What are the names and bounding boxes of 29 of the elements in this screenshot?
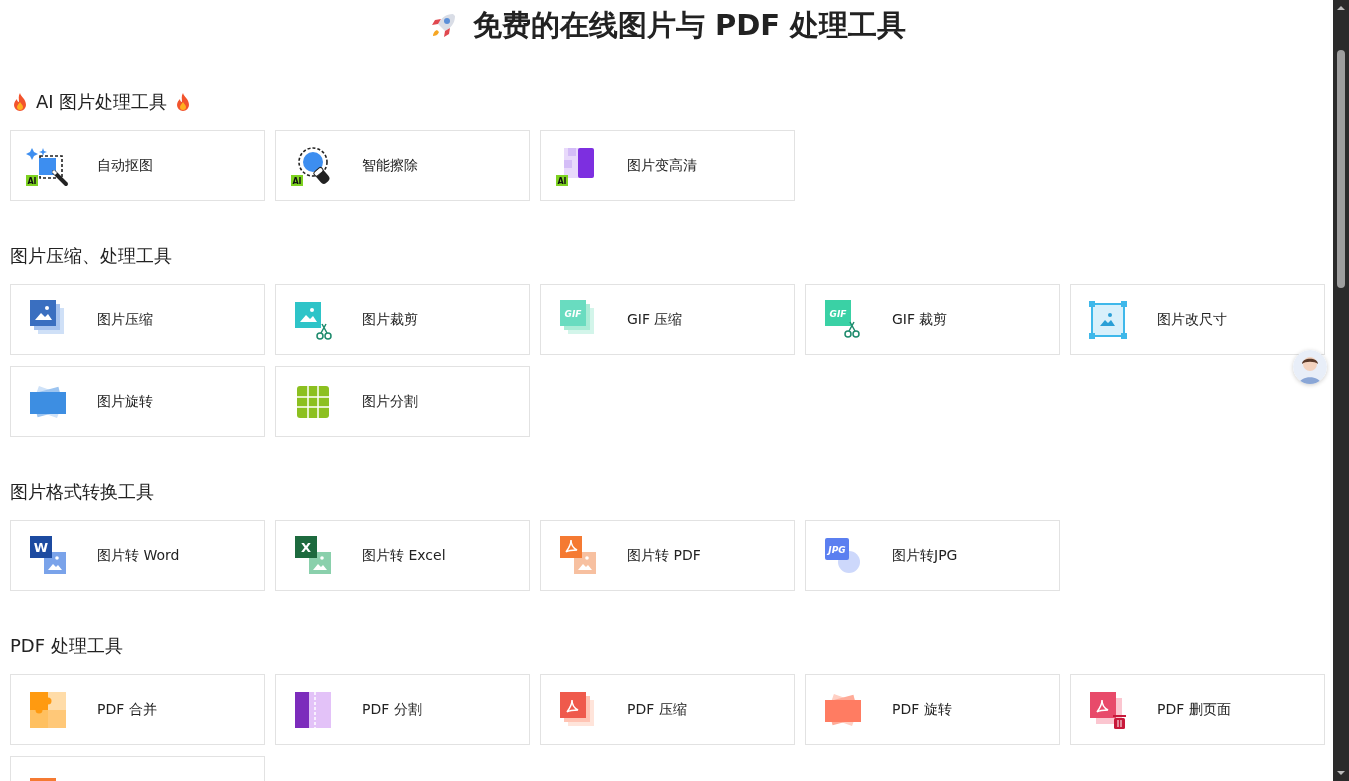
tool-card[interactable]: 图片裁剪 (275, 284, 530, 355)
tool-card[interactable]: GIF GIF 裁剪 (805, 284, 1060, 355)
flame-icon (12, 92, 28, 112)
tool-card[interactable]: 图片压缩 (10, 284, 265, 355)
tool-card[interactable]: AI 图片变高清 (540, 130, 795, 201)
tool-card[interactable]: PDF 旋转 (805, 674, 1060, 745)
scrollbar-thumb[interactable] (1337, 50, 1345, 288)
tool-card[interactable]: JPG 图片转JPG (805, 520, 1060, 591)
tool-card[interactable]: 图片转 PDF (540, 520, 795, 591)
tool-card[interactable]: X 图片转 Excel (275, 520, 530, 591)
flame-icon (175, 92, 192, 112)
section-title: PDF 处理工具 (10, 634, 123, 658)
tool-card[interactable]: GIF GIF 压缩 (540, 284, 795, 355)
page-title: 免费的在线图片与 PDF 处理工具 (472, 7, 907, 44)
tool-card[interactable]: 图片旋转 (10, 366, 265, 437)
tool-card[interactable]: 图片分割 (275, 366, 530, 437)
tool-card[interactable]: 图片改尺寸 (1070, 284, 1325, 355)
tool-card[interactable]: PDF 压缩 (540, 674, 795, 745)
section-title: AI 图片处理工具 (36, 90, 168, 114)
section-title: 图片压缩、处理工具 (10, 244, 172, 268)
tool-card[interactable]: PDF 合并 (10, 674, 265, 745)
tool-card[interactable]: AI 自动抠图 (10, 130, 265, 201)
tool-card[interactable]: AI 智能擦除 (275, 130, 530, 201)
scrollbar[interactable] (1333, 0, 1349, 781)
section-title: 图片格式转换工具 (10, 480, 154, 504)
avatar-icon[interactable] (1293, 350, 1327, 384)
tool-card[interactable]: W 图片转 Word (10, 520, 265, 591)
tool-card[interactable]: PDF 删页面 (1070, 674, 1325, 745)
tool-card[interactable]: PDF 分割 (275, 674, 530, 745)
